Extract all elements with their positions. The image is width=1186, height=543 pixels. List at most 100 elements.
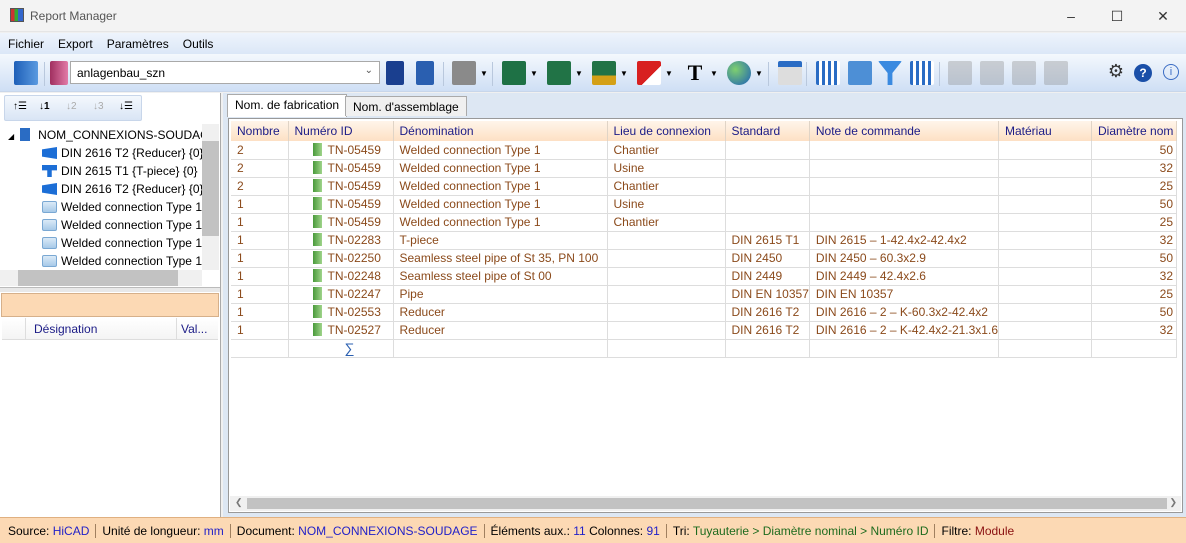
id-text: TN-05459: [327, 197, 381, 211]
open-source-icon[interactable]: [14, 61, 38, 85]
column-header[interactable]: Matériau: [998, 121, 1092, 141]
tree-item[interactable]: DIN 2615 T1 {T-piece} {0}: [42, 162, 198, 180]
expand-level3-icon[interactable]: ↓3: [93, 101, 104, 112]
sort-settings-icon[interactable]: [848, 61, 872, 85]
tab-nom-assemblage[interactable]: Nom. d'assemblage: [345, 96, 467, 116]
excel-export-icon[interactable]: [547, 61, 571, 85]
text-export-icon[interactable]: T: [683, 61, 707, 85]
folder-icon: [42, 219, 57, 231]
unit-label: Unité de longueur:: [102, 524, 201, 538]
menu-fichier[interactable]: Fichier: [0, 33, 50, 51]
tree-root[interactable]: ◢ NOM_CONNEXIONS-SOUDAGE: [8, 126, 218, 144]
caret-down-icon[interactable]: ▼: [620, 69, 628, 78]
table-row[interactable]: 2 TN-05459 Welded connection Type 1 Chantie…: [231, 177, 1177, 196]
column-header[interactable]: Diamètre nom: [1091, 121, 1177, 141]
expand-all-icon[interactable]: ↓☰: [119, 101, 133, 112]
sum-cell: [998, 339, 1092, 358]
menu-parametres[interactable]: Paramètres: [99, 33, 175, 51]
web-export-icon[interactable]: [727, 61, 751, 85]
excel-pdf-export-icon[interactable]: [502, 61, 526, 85]
table-cell: DIN 2449 – 42.4x2.6: [809, 267, 1000, 286]
table-row[interactable]: 1 TN-02248 Seamless steel pipe of St 00 DIN…: [231, 267, 1177, 286]
caret-down-icon[interactable]: ▼: [480, 69, 488, 78]
collapse-all-icon[interactable]: ↑☰: [13, 101, 27, 112]
config-combo[interactable]: anlagenbau_szn ⌄: [70, 61, 380, 84]
caret-down-icon[interactable]: ▼: [755, 69, 763, 78]
print-icon[interactable]: [452, 61, 476, 85]
caret-down-icon[interactable]: ▼: [710, 69, 718, 78]
tree-item-label: Welded connection Type 1: [61, 254, 202, 268]
expand-level1-icon[interactable]: ↓1: [39, 101, 50, 112]
id-text: TN-02553: [327, 305, 381, 319]
sum-cell: [1091, 339, 1177, 358]
tree-vertical-scrollbar[interactable]: [202, 124, 219, 270]
expand-all-icon[interactable]: [1044, 61, 1068, 85]
info-icon[interactable]: i: [1163, 64, 1179, 80]
id-text: TN-02248: [327, 269, 381, 283]
tree-item[interactable]: Welded connection Type 1: [42, 198, 202, 216]
id-text: TN-02527: [327, 323, 381, 337]
folder-icon: [42, 255, 57, 267]
save-config-icon[interactable]: [386, 61, 404, 85]
table-row[interactable]: 1 TN-05459 Welded connection Type 1 Chantie…: [231, 213, 1177, 232]
part-icon: [312, 233, 322, 246]
table-row[interactable]: 2 TN-05459 Welded connection Type 1 Usine 32: [231, 159, 1177, 178]
table-cell: 1: [231, 285, 289, 304]
id-text: TN-02250: [327, 251, 381, 265]
tab-nom-fabrication[interactable]: Nom. de fabrication: [227, 94, 348, 117]
expand-level2-icon[interactable]: [1012, 61, 1036, 85]
source-value: HiCAD: [52, 524, 90, 538]
tree-horizontal-scrollbar[interactable]: [0, 270, 202, 286]
tree-item[interactable]: DIN 2616 T2 {Reducer} {0}: [42, 180, 204, 198]
panel-splitter[interactable]: [0, 287, 220, 292]
column-header[interactable]: Dénomination: [393, 121, 608, 141]
table-row[interactable]: 1 TN-02553 Reducer DIN 2616 T2 DIN 2616 – 2 …: [231, 303, 1177, 322]
help-icon[interactable]: ?: [1134, 64, 1152, 82]
config-settings-icon[interactable]: [50, 61, 68, 85]
save-as-config-icon[interactable]: [416, 61, 434, 85]
tree-item[interactable]: DIN 2616 T2 {Reducer} {0}: [42, 144, 204, 162]
table-cell: 1: [231, 231, 289, 250]
expand-toggle-icon[interactable]: ◢: [8, 132, 14, 141]
table-row[interactable]: 1 TN-02527 Reducer DIN 2616 T2 DIN 2616 – 2 …: [231, 321, 1177, 340]
column-header-value[interactable]: Val...: [176, 318, 207, 340]
menu-outils[interactable]: Outils: [175, 33, 220, 51]
table-row[interactable]: 1 TN-02283 T-piece DIN 2615 T1 DIN 2615 – 1-…: [231, 231, 1177, 250]
close-button[interactable]: ✕: [1140, 0, 1186, 32]
caret-down-icon[interactable]: ▼: [530, 69, 538, 78]
columns-settings-icon[interactable]: [816, 61, 840, 85]
tree-item[interactable]: Welded connection Type 1: [42, 216, 202, 234]
table-cell: 32: [1091, 267, 1177, 286]
column-header[interactable]: Lieu de connexion: [607, 121, 726, 141]
column-header[interactable]: Nombre: [231, 121, 289, 141]
table-row[interactable]: 1 TN-05459 Welded connection Type 1 Usine 50: [231, 195, 1177, 214]
table-settings-icon[interactable]: [778, 61, 802, 85]
tree-item[interactable]: Welded connection Type 1: [42, 234, 202, 252]
column-header[interactable]: Standard: [725, 121, 810, 141]
sum-cell: [231, 339, 289, 358]
caret-down-icon[interactable]: ▼: [665, 69, 673, 78]
horizontal-scrollbar[interactable]: ❮ ❯: [230, 496, 1181, 511]
expand-level1-icon[interactable]: [980, 61, 1004, 85]
tree-item[interactable]: Welded connection Type 1: [42, 252, 202, 270]
excel-xml-export-icon[interactable]: [592, 61, 616, 85]
pdf-export-icon[interactable]: [637, 61, 661, 85]
scrollbar-thumb[interactable]: [247, 498, 1167, 509]
expand-level2-icon[interactable]: ↓2: [66, 101, 77, 112]
table-cell: [607, 321, 726, 340]
table-row[interactable]: 1 TN-02247 Pipe DIN EN 10357 DIN EN 10357 25: [231, 285, 1177, 304]
group-settings-icon[interactable]: [910, 61, 934, 85]
menu-export[interactable]: Export: [50, 33, 99, 51]
column-header-designation[interactable]: Désignation: [34, 322, 97, 336]
collapse-all-icon[interactable]: [948, 61, 972, 85]
maximize-button[interactable]: ☐: [1094, 0, 1140, 32]
table-row[interactable]: 1 TN-02250 Seamless steel pipe of St 35, P…: [231, 249, 1177, 268]
gear-icon[interactable]: ⚙: [1104, 61, 1128, 85]
column-header[interactable]: Note de commande: [809, 121, 1000, 141]
minimize-button[interactable]: –: [1048, 0, 1094, 32]
column-header[interactable]: Numéro ID: [288, 121, 394, 141]
table-row[interactable]: 2 TN-05459 Welded connection Type 1 Chantie…: [231, 141, 1177, 160]
caret-down-icon[interactable]: ▼: [575, 69, 583, 78]
filter-settings-icon[interactable]: [878, 61, 902, 85]
tree-item-label: DIN 2616 T2 {Reducer} {0}: [61, 182, 204, 196]
